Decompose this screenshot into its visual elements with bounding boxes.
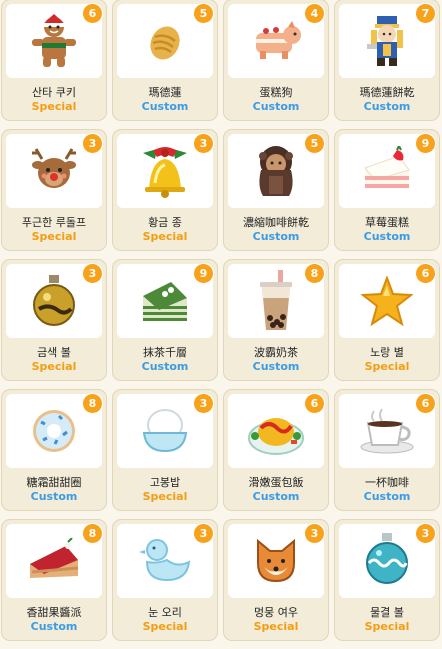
item-card-madeleine[interactable]: 5 瑪德蓮 Custom <box>112 0 218 121</box>
item-tag: Special <box>142 620 188 633</box>
item-tag: Custom <box>252 230 300 243</box>
item-card-golden-bell[interactable]: 3 황금 종 Special <box>112 129 218 251</box>
item-card-omurice[interactable]: 6 滑嫩蛋包飯 Custom <box>223 389 329 511</box>
item-tag: Custom <box>363 100 411 113</box>
count-badge: 3 <box>416 524 435 543</box>
count-badge: 5 <box>194 4 213 23</box>
item-grid: 6 산타 쿠키 Special 5 瑪德蓮 Custom 4 蛋糕狗 Custo… <box>0 0 442 649</box>
item-card-santa-cookie[interactable]: 6 산타 쿠키 Special <box>1 0 107 121</box>
count-badge: 6 <box>416 264 435 283</box>
count-badge: 8 <box>83 394 102 413</box>
item-card-cake-dog[interactable]: 4 蛋糕狗 Custom <box>223 0 329 121</box>
count-badge: 4 <box>305 4 324 23</box>
count-badge: 8 <box>305 264 324 283</box>
item-name: 푸근한 루돌프 <box>21 216 87 229</box>
count-badge: 3 <box>83 134 102 153</box>
item-name: 瑪德蓮餅乾 <box>359 86 415 99</box>
item-card-madeleine-cookie[interactable]: 7 瑪德蓮餅乾 Custom <box>334 0 440 121</box>
count-badge: 5 <box>305 134 324 153</box>
item-name: 蛋糕狗 <box>259 86 293 99</box>
item-name: 고봉밥 <box>149 476 181 489</box>
item-name: 波霸奶茶 <box>254 346 298 359</box>
item-name: 산타 쿠키 <box>32 86 76 99</box>
item-tag: Special <box>142 230 188 243</box>
item-tag: Special <box>142 490 188 503</box>
count-badge: 3 <box>194 134 213 153</box>
item-tag: Custom <box>141 100 189 113</box>
item-tag: Custom <box>363 230 411 243</box>
item-name: 瑪德蓮 <box>148 86 182 99</box>
item-card-matcha-crepe-cake[interactable]: 9 抹茶千層 Custom <box>112 259 218 381</box>
item-tag: Custom <box>141 360 189 373</box>
item-tag: Custom <box>252 490 300 503</box>
count-badge: 3 <box>305 524 324 543</box>
item-name: 눈 오리 <box>148 606 182 619</box>
count-badge: 6 <box>416 394 435 413</box>
item-card-strawberry-cake[interactable]: 9 草莓蛋糕 Custom <box>334 129 440 251</box>
item-tag: Special <box>31 100 77 113</box>
item-name: 물결 볼 <box>370 606 404 619</box>
count-badge: 9 <box>416 134 435 153</box>
item-card-jam-pie[interactable]: 8 香甜果醬派 Custom <box>1 519 107 641</box>
count-badge: 3 <box>194 524 213 543</box>
item-tag: Special <box>364 360 410 373</box>
item-tag: Custom <box>252 100 300 113</box>
item-name: 황금 종 <box>148 216 182 229</box>
item-card-yellow-star[interactable]: 6 노랑 별 Special <box>334 259 440 381</box>
item-card-frosted-donut[interactable]: 8 糖霜甜甜圈 Custom <box>1 389 107 511</box>
count-badge: 6 <box>83 4 102 23</box>
item-card-bubble-tea[interactable]: 8 波霸奶茶 Custom <box>223 259 329 381</box>
count-badge: 3 <box>83 264 102 283</box>
item-name: 抹茶千層 <box>143 346 187 359</box>
item-name: 糖霜甜甜圈 <box>26 476 82 489</box>
item-name: 濃縮咖啡餅乾 <box>243 216 309 229</box>
item-tag: Special <box>253 620 299 633</box>
item-card-reindeer[interactable]: 3 푸근한 루돌프 Special <box>1 129 107 251</box>
item-tag: Special <box>31 360 77 373</box>
item-card-rice-bowl[interactable]: 3 고봉밥 Special <box>112 389 218 511</box>
count-badge: 6 <box>305 394 324 413</box>
item-name: 멍뭉 여우 <box>254 606 298 619</box>
item-card-fox[interactable]: 3 멍뭉 여우 Special <box>223 519 329 641</box>
item-name: 노랑 별 <box>370 346 404 359</box>
item-tag: Custom <box>30 620 78 633</box>
item-name: 금색 볼 <box>37 346 71 359</box>
item-tag: Custom <box>363 490 411 503</box>
item-name: 滑嫩蛋包飯 <box>248 476 304 489</box>
count-badge: 7 <box>416 4 435 23</box>
item-card-gold-ornament[interactable]: 3 금색 볼 Special <box>1 259 107 381</box>
item-card-coffee-cup[interactable]: 6 一杯咖啡 Custom <box>334 389 440 511</box>
item-tag: Custom <box>252 360 300 373</box>
count-badge: 3 <box>194 394 213 413</box>
count-badge: 9 <box>194 264 213 283</box>
item-card-snow-duck[interactable]: 3 눈 오리 Special <box>112 519 218 641</box>
count-badge: 8 <box>83 524 102 543</box>
item-name: 草莓蛋糕 <box>365 216 409 229</box>
item-card-espresso-cookie[interactable]: 5 濃縮咖啡餅乾 Custom <box>223 129 329 251</box>
item-card-wave-ornament[interactable]: 3 물결 볼 Special <box>334 519 440 641</box>
item-tag: Custom <box>30 490 78 503</box>
item-tag: Special <box>364 620 410 633</box>
item-name: 一杯咖啡 <box>365 476 409 489</box>
item-name: 香甜果醬派 <box>26 606 82 619</box>
item-tag: Special <box>31 230 77 243</box>
